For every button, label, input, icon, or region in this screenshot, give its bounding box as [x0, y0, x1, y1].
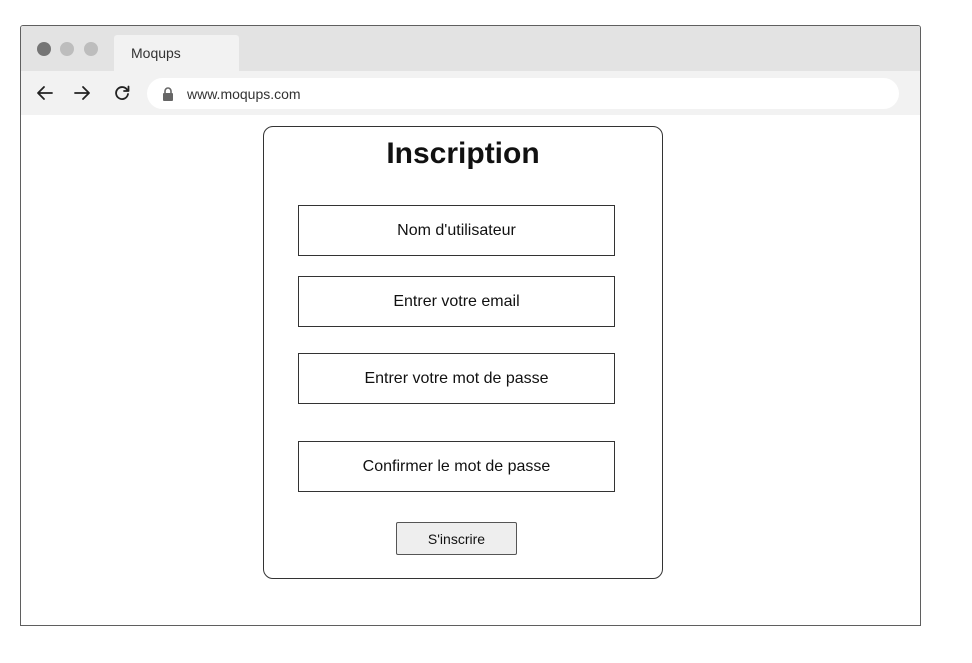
url-text: www.moqups.com [187, 86, 301, 102]
confirm-password-field[interactable]: Confirmer le mot de passe [298, 441, 615, 492]
username-field[interactable]: Nom d'utilisateur [298, 205, 615, 256]
back-button[interactable] [34, 82, 56, 104]
signup-form: Inscription Nom d'utilisateur Entrer vot… [263, 126, 663, 579]
navigation-bar: www.moqups.com [21, 71, 920, 115]
lock-icon [163, 87, 173, 101]
window-maximize-dot[interactable] [84, 42, 98, 56]
tab-title: Moqups [131, 45, 181, 61]
browser-window: Moqups www.moqups.com Inscription Nom d'… [20, 25, 921, 626]
form-title: Inscription [386, 137, 540, 170]
password-field[interactable]: Entrer votre mot de passe [298, 353, 615, 404]
browser-tab[interactable]: Moqups [114, 35, 239, 71]
tab-bar: Moqups [21, 26, 920, 71]
page-content: Inscription Nom d'utilisateur Entrer vot… [21, 115, 920, 625]
window-close-dot[interactable] [37, 42, 51, 56]
forward-button[interactable] [71, 82, 93, 104]
email-field[interactable]: Entrer votre email [298, 276, 615, 327]
arrow-left-icon [37, 86, 53, 100]
reload-button[interactable] [111, 82, 133, 104]
address-bar[interactable]: www.moqups.com [147, 78, 899, 109]
window-minimize-dot[interactable] [60, 42, 74, 56]
arrow-right-icon [74, 86, 90, 100]
reload-icon [115, 85, 130, 100]
signup-button[interactable]: S'inscrire [396, 522, 517, 555]
